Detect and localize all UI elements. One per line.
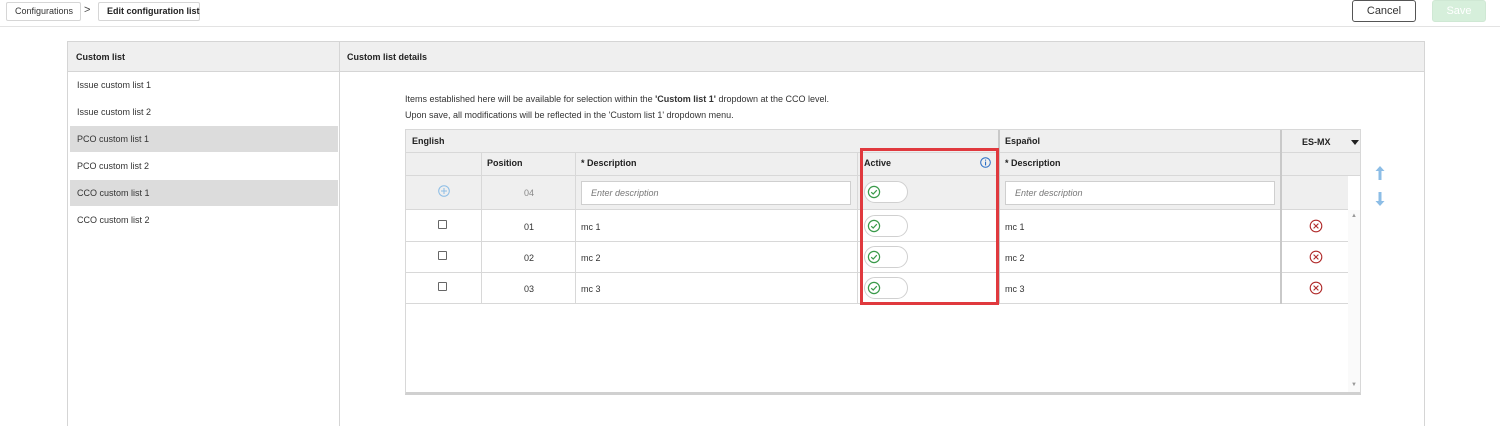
info-text-availability: Items established here will be available… <box>405 94 829 104</box>
grid-scrollbar[interactable]: ▲ ▼ <box>1348 210 1360 392</box>
description-input[interactable]: Enter description <box>581 181 851 205</box>
check-circle-icon <box>867 250 881 264</box>
row-checkbox[interactable] <box>438 282 447 291</box>
custom-list-grid: English Español ES-MX Position * Descrip… <box>405 129 1361 395</box>
column-divider <box>575 153 576 304</box>
row-description-es: mc 2 <box>1005 253 1025 263</box>
row-description-es: mc 3 <box>1005 284 1025 294</box>
column-header-row: Position * Description Active * Descript… <box>406 153 1360 176</box>
column-divider <box>481 153 482 304</box>
position-column-header: Position <box>487 158 523 168</box>
check-circle-icon <box>867 185 881 199</box>
language-header-row: English Español ES-MX <box>406 130 1360 153</box>
row-checkbox[interactable] <box>438 220 447 229</box>
save-button[interactable]: Save <box>1432 0 1486 22</box>
delete-x-icon[interactable] <box>1309 281 1323 295</box>
locale-divider <box>1280 130 1282 304</box>
table-row: 01 mc 1 mc 1 <box>406 211 1348 242</box>
column-divider <box>857 153 858 304</box>
custom-list-details-header: Custom list details <box>340 42 1424 72</box>
breadcrumb-configurations[interactable]: Configurations <box>6 2 81 21</box>
language-divider <box>998 130 1000 304</box>
info-text-bold: 'Custom list 1' <box>655 94 716 104</box>
table-row: 03 mc 3 mc 3 <box>406 273 1348 304</box>
english-header: English <box>412 136 445 146</box>
description-es-column-header: * Description <box>1005 158 1061 168</box>
active-toggle-new[interactable] <box>864 181 908 203</box>
new-item-position: 04 <box>524 188 535 198</box>
top-bar: Configurations > Edit configuration list… <box>0 0 1500 27</box>
espanol-header: Español <box>1005 136 1041 146</box>
new-item-row: 04 Enter description Enter description <box>406 176 1348 210</box>
info-text-save: Upon save, all modifications will be ref… <box>405 110 734 120</box>
row-description: mc 1 <box>581 222 601 232</box>
cancel-button[interactable]: Cancel <box>1352 0 1416 22</box>
active-toggle[interactable] <box>864 277 908 299</box>
custom-list-header: Custom list <box>68 42 339 72</box>
breadcrumb-separator: > <box>84 4 91 16</box>
delete-x-icon[interactable] <box>1309 250 1323 264</box>
info-text-pre: Items established here will be available… <box>405 94 656 104</box>
scroll-down-icon[interactable]: ▼ <box>1351 382 1357 388</box>
row-checkbox[interactable] <box>438 251 447 260</box>
custom-list-panel: Custom list Issue custom list 1 Issue cu… <box>67 41 340 426</box>
active-toggle[interactable] <box>864 215 908 237</box>
row-description: mc 2 <box>581 253 601 263</box>
scroll-up-icon[interactable]: ▲ <box>1351 213 1357 219</box>
arrow-up-icon[interactable] <box>1374 165 1386 181</box>
check-circle-icon <box>867 219 881 233</box>
list-item-pco-1[interactable]: PCO custom list 1 <box>70 126 338 152</box>
locale-selector[interactable]: ES-MX <box>1302 137 1331 147</box>
list-item-issue-1[interactable]: Issue custom list 1 <box>70 72 338 98</box>
add-circle-icon[interactable] <box>438 185 450 197</box>
list-item-cco-1[interactable]: CCO custom list 1 <box>70 180 338 206</box>
row-position: 01 <box>524 222 535 232</box>
active-toggle[interactable] <box>864 246 908 268</box>
table-row: 02 mc 2 mc 2 <box>406 242 1348 273</box>
list-item-issue-2[interactable]: Issue custom list 2 <box>70 99 338 125</box>
dropdown-caret-icon[interactable] <box>1351 140 1359 145</box>
description-es-input[interactable]: Enter description <box>1005 181 1275 205</box>
delete-x-icon[interactable] <box>1309 219 1323 233</box>
list-item-pco-2[interactable]: PCO custom list 2 <box>70 153 338 179</box>
active-column-header: Active <box>864 158 892 168</box>
breadcrumb-current: Edit configuration list <box>98 2 200 21</box>
description-column-header: * Description <box>581 158 637 168</box>
row-description: mc 3 <box>581 284 601 294</box>
list-item-cco-2[interactable]: CCO custom list 2 <box>70 207 338 233</box>
row-position: 02 <box>524 253 535 263</box>
row-position: 03 <box>524 284 535 294</box>
row-description-es: mc 1 <box>1005 222 1025 232</box>
check-circle-icon <box>867 281 881 295</box>
info-text-post: dropdown at the CCO level. <box>715 94 829 104</box>
info-icon[interactable] <box>980 157 991 168</box>
arrow-down-icon[interactable] <box>1374 191 1386 207</box>
